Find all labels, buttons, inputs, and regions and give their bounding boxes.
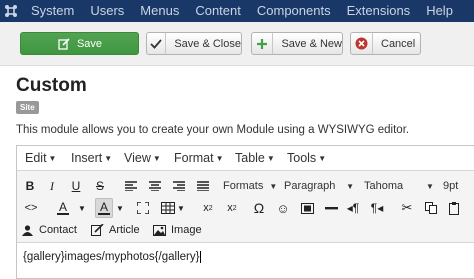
align-center-icon[interactable] — [145, 176, 165, 196]
font-family-dropdown[interactable]: Tahoma ▼ — [364, 176, 434, 196]
font-size-value: 9pt — [443, 180, 459, 192]
underline-icon[interactable]: U — [67, 176, 85, 196]
rtl-paragraph-icon[interactable]: ¶◂ — [367, 198, 387, 218]
strikethrough-icon[interactable]: S — [91, 176, 109, 196]
save-close-button[interactable]: Save & Close — [146, 32, 242, 55]
nav-content[interactable]: Content — [195, 0, 241, 22]
save-new-label: Save & New — [281, 37, 342, 50]
caret-down-icon: ▼ — [104, 154, 113, 164]
nav-help[interactable]: Help — [426, 0, 453, 22]
module-description: This module allows you to create your ow… — [16, 124, 410, 136]
plus-icon — [252, 33, 274, 54]
subscript-icon[interactable]: x2 — [199, 198, 217, 218]
copy-icon[interactable] — [421, 198, 441, 218]
block-format-dropdown[interactable]: Paragraph ▼ — [284, 176, 354, 196]
text-cursor — [200, 251, 202, 263]
fullscreen-icon[interactable] — [133, 198, 153, 218]
site-badge: Site — [16, 101, 39, 114]
media-icon[interactable] — [297, 198, 317, 218]
menu-table-label: Table — [235, 151, 265, 165]
menu-format[interactable]: Format ▼ — [174, 151, 224, 165]
caret-down-icon: ▼ — [318, 154, 327, 164]
formats-label: Formats — [223, 180, 264, 192]
table-icon[interactable]: ▼ — [161, 198, 185, 218]
caret-down-icon: ▼ — [266, 154, 275, 164]
contact-label: Contact — [39, 224, 77, 236]
caret-down-icon[interactable]: ▼ — [115, 198, 125, 218]
image-label: Image — [171, 224, 202, 236]
menu-table[interactable]: Table ▼ — [235, 151, 275, 165]
top-navbar: System Users Menus Content Components Ex… — [0, 0, 474, 22]
horizontal-rule-icon[interactable] — [321, 198, 341, 218]
font-size-dropdown[interactable]: 9pt — [443, 176, 473, 196]
nav-extensions[interactable]: Extensions — [347, 0, 411, 22]
font-family-value: Tahoma — [364, 180, 404, 192]
align-right-icon[interactable] — [169, 176, 189, 196]
contact-button[interactable]: Contact — [21, 220, 83, 240]
special-character-icon[interactable]: Ω — [249, 198, 269, 218]
align-left-icon[interactable] — [121, 176, 141, 196]
action-toolbar: Save Save & Close Save & New Cancel — [0, 22, 474, 66]
menu-tools-label: Tools — [287, 151, 317, 165]
align-justify-icon[interactable] — [193, 176, 213, 196]
cancel-label: Cancel — [381, 37, 416, 50]
menu-format-label: Format — [174, 151, 214, 165]
cancel-button[interactable]: Cancel — [350, 32, 421, 55]
checkmark-icon — [147, 33, 167, 54]
bold-icon[interactable]: B — [21, 176, 39, 196]
article-button[interactable]: Article — [91, 220, 147, 240]
save-new-button[interactable]: Save & New — [251, 32, 343, 55]
caret-down-icon: ▼ — [152, 154, 161, 164]
cut-icon[interactable]: ✂ — [397, 198, 417, 218]
editor-menubar: Edit ▼ Insert ▼ View ▼ Format ▼ Table ▼ Tools… — [17, 146, 474, 171]
nav-system[interactable]: System — [31, 0, 74, 22]
menu-view[interactable]: View ▼ — [124, 151, 161, 165]
page-title: Custom — [16, 75, 87, 96]
caret-down-icon: ▼ — [346, 181, 354, 191]
menu-edit-label: Edit — [25, 151, 47, 165]
article-label: Article — [109, 224, 140, 236]
editor-toolbar: B I U S Formats ▼ Paragraph ▼ Tahoma ▼ 9pt … — [17, 171, 474, 243]
emoticons-icon[interactable]: ☺ — [273, 198, 293, 218]
caret-down-icon: ▼ — [48, 154, 57, 164]
joomla-logo-icon[interactable] — [0, 0, 22, 22]
menu-edit[interactable]: Edit ▼ — [25, 151, 56, 165]
block-format-value: Paragraph — [284, 180, 336, 192]
paste-icon[interactable] — [445, 198, 465, 218]
source-code-icon[interactable]: <> — [21, 198, 41, 218]
ltr-paragraph-icon[interactable]: ◂¶ — [343, 198, 363, 218]
nav-menus[interactable]: Menus — [140, 0, 179, 22]
menu-insert-label: Insert — [71, 151, 103, 165]
text-color-icon[interactable]: A — [51, 198, 75, 218]
caret-down-icon: ▼ — [215, 154, 224, 164]
menu-insert[interactable]: Insert ▼ — [71, 151, 112, 165]
editor-content-area[interactable]: {gallery}images/myphotos{/gallery} — [23, 251, 202, 264]
edit-icon — [57, 33, 71, 54]
formats-dropdown[interactable]: Formats ▼ — [223, 176, 278, 196]
menu-tools[interactable]: Tools ▼ — [287, 151, 326, 165]
menu-view-label: View — [124, 151, 151, 165]
superscript-icon[interactable]: x2 — [223, 198, 241, 218]
caret-down-icon: ▼ — [269, 181, 278, 191]
image-button[interactable]: Image — [153, 220, 205, 240]
caret-down-icon[interactable]: ▼ — [77, 198, 87, 218]
nav-components[interactable]: Components — [257, 0, 331, 22]
cancel-icon — [351, 33, 373, 54]
save-close-label: Save & Close — [174, 37, 241, 50]
italic-icon[interactable]: I — [43, 176, 61, 196]
nav-users[interactable]: Users — [90, 0, 124, 22]
background-color-icon[interactable]: A — [95, 198, 113, 218]
editor-content-text: {gallery}images/myphotos{/gallery} — [23, 251, 200, 264]
save-button[interactable]: Save — [20, 32, 139, 55]
caret-down-icon: ▼ — [426, 181, 434, 191]
save-label: Save — [76, 37, 103, 50]
wysiwyg-editor: Edit ▼ Insert ▼ View ▼ Format ▼ Table ▼ Tools… — [16, 145, 474, 279]
